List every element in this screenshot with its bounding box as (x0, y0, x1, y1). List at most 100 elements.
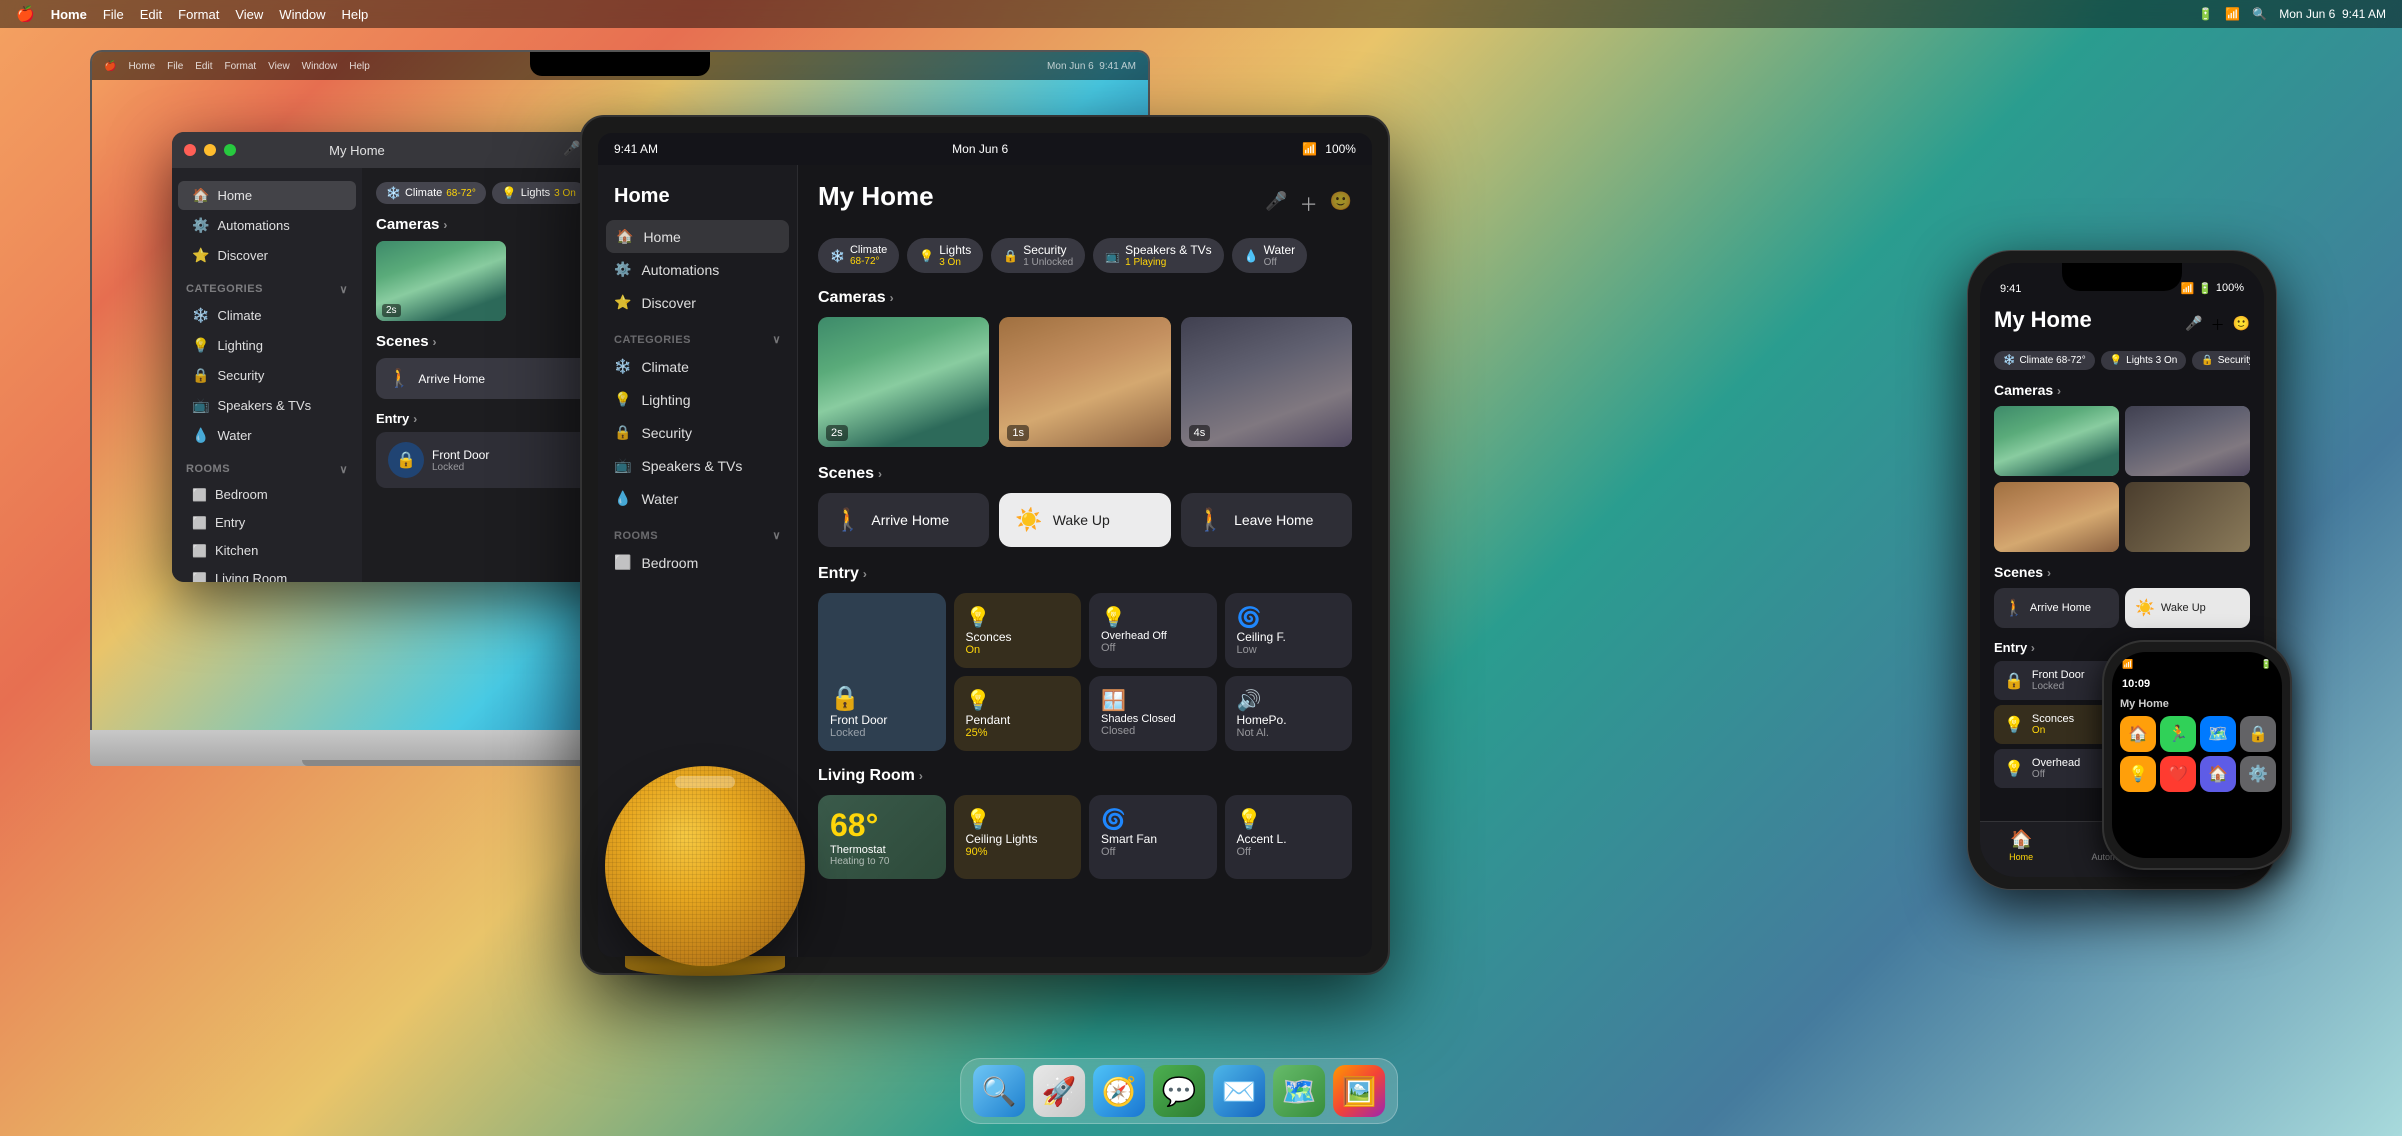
close-button[interactable] (184, 144, 196, 156)
ipad-sconces-card[interactable]: 💡 Sconces On (954, 593, 1082, 668)
ipad-homepod-card[interactable]: 🔊 HomePo. Not Al. (1225, 676, 1353, 751)
iphone-add-icon[interactable]: ＋ (2211, 315, 2225, 335)
dock-messages[interactable]: 💬 (1153, 1065, 1205, 1117)
chevron-down-icon[interactable]: ∨ (339, 283, 348, 296)
sidebar-item-bedroom[interactable]: ⬜ Bedroom (178, 481, 356, 508)
ipad-camera-indoor[interactable]: 4s (1181, 317, 1352, 447)
watch-icon-heart[interactable]: ❤️ (2160, 756, 2196, 792)
iphone-tab-home[interactable]: 🏠 Home (2009, 829, 2033, 862)
iphone-mic-icon[interactable]: 🎤 (2185, 315, 2202, 335)
watch-icon-lock[interactable]: 🔒 (2240, 716, 2276, 752)
watch-icon-home[interactable]: 🏠 (2120, 716, 2156, 752)
watch-icon-settings[interactable]: ⚙️ (2240, 756, 2276, 792)
sidebar-item-climate[interactable]: ❄️ Climate (178, 301, 356, 330)
ipad-sidebar-climate[interactable]: ❄️ Climate (598, 350, 797, 383)
ipad-sidebar-speakers[interactable]: 📺 Speakers & TVs (598, 449, 797, 482)
mac-chip-lights[interactable]: 💡 Lights 3 On (492, 182, 586, 204)
maximize-button[interactable] (224, 144, 236, 156)
ipad-sidebar-lighting[interactable]: 💡 Lighting (598, 383, 797, 416)
ipad-sidebar-automations[interactable]: ⚙️ Automations (598, 253, 797, 286)
sidebar-item-entry[interactable]: ⬜ Entry (178, 509, 356, 536)
sidebar-item-speakers[interactable]: 📺 Speakers & TVs (178, 391, 356, 420)
ipad-scene-leave-home[interactable]: 🚶 Leave Home (1181, 493, 1352, 547)
ipad-chip-security[interactable]: 🔒 Security 1 Unlocked (991, 238, 1085, 273)
ipad-sidebar-discover[interactable]: ⭐ Discover (598, 286, 797, 319)
iphone-cam-2[interactable] (2125, 406, 2250, 476)
rooms-chevron-icon[interactable]: ∨ (339, 463, 348, 476)
ipad-scene-wake-up[interactable]: ☀️ Wake Up (999, 493, 1170, 547)
menubar-file[interactable]: File (103, 7, 124, 22)
ipad-front-door-card[interactable]: 🔒 Front Door Locked (818, 593, 946, 751)
iphone-cam-4[interactable] (2125, 482, 2250, 552)
menubar-help[interactable]: Help (342, 7, 369, 22)
ipad-shades-card[interactable]: 🪟 Shades Closed Closed (1089, 676, 1217, 751)
ipad-chip-water[interactable]: 💧 Water Off (1232, 238, 1308, 273)
mac-format-menu[interactable]: Format (225, 61, 257, 72)
cameras-arrow-icon[interactable]: › (443, 218, 447, 232)
search-icon[interactable]: 🔍 (2252, 7, 2267, 21)
watch-icon-activity[interactable]: 🏃 (2160, 716, 2196, 752)
ipad-chip-lights[interactable]: 💡 Lights 3 On (907, 238, 983, 273)
homepod-body[interactable] (605, 766, 805, 966)
dock-photos[interactable]: 🖼️ (1333, 1065, 1385, 1117)
ipad-chip-climate[interactable]: ❄️ Climate 68-72° (818, 238, 899, 273)
watch-icon-garage[interactable]: 🏠 (2200, 756, 2236, 792)
menubar-format[interactable]: Format (178, 7, 219, 22)
mac-apple-icon[interactable]: 🍎 (104, 61, 116, 72)
mac-window-menu[interactable]: Window (302, 61, 338, 72)
sidebar-item-water[interactable]: 💧 Water (178, 421, 356, 450)
ipad-smiley-icon[interactable]: 🙂 (1330, 191, 1352, 217)
ipad-chip-speakers[interactable]: 📺 Speakers & TVs 1 Playing (1093, 238, 1223, 273)
sidebar-item-home[interactable]: 🏠 Home (178, 181, 356, 210)
sidebar-item-livingroom[interactable]: ⬜ Living Room (178, 565, 356, 582)
ipad-sidebar-home[interactable]: 🏠 Home (606, 220, 789, 253)
ipad-accent-lights-card[interactable]: 💡 Accent L. Off (1225, 795, 1353, 879)
iphone-chip-lights[interactable]: 💡 Lights 3 On (2101, 351, 2187, 370)
ipad-rooms-chevron[interactable]: ∨ (772, 529, 781, 542)
iphone-chip-security[interactable]: 🔒 Security (2192, 351, 2250, 370)
scenes-arrow-icon[interactable]: › (433, 335, 437, 349)
ipad-categories-chevron[interactable]: ∨ (772, 333, 781, 346)
menubar-edit[interactable]: Edit (140, 7, 162, 22)
ipad-scene-arrive-home[interactable]: 🚶 Arrive Home (818, 493, 989, 547)
ipad-sidebar-water[interactable]: 💧 Water (598, 482, 797, 515)
mic-icon[interactable]: 🎤 (563, 140, 580, 160)
dock-maps[interactable]: 🗺️ (1273, 1065, 1325, 1117)
minimize-button[interactable] (204, 144, 216, 156)
menubar-view[interactable]: View (235, 7, 263, 22)
iphone-cam-3[interactable] (1994, 482, 2119, 552)
apple-logo-icon[interactable]: 🍎 (16, 5, 35, 23)
ipad-mic-icon[interactable]: 🎤 (1265, 191, 1287, 217)
mac-chip-climate[interactable]: ❄️ Climate 68-72° (376, 182, 486, 204)
sidebar-item-lighting[interactable]: 💡 Lighting (178, 331, 356, 360)
dock-safari[interactable]: 🧭 (1093, 1065, 1145, 1117)
sidebar-item-discover[interactable]: ⭐ Discover (178, 241, 356, 270)
iphone-cameras-arrow[interactable]: › (2057, 384, 2061, 398)
entry-arrow-icon[interactable]: › (413, 412, 417, 426)
ipad-thermostat-card[interactable]: 68° Thermostat Heating to 70 (818, 795, 946, 879)
sidebar-item-automations[interactable]: ⚙️ Automations (178, 211, 356, 240)
watch-icon-lights[interactable]: 💡 (2120, 756, 2156, 792)
ipad-ceiling-lights-card[interactable]: 💡 Ceiling Lights 90% (954, 795, 1082, 879)
menubar-window[interactable]: Window (279, 7, 325, 22)
sidebar-item-security[interactable]: 🔒 Security (178, 361, 356, 390)
ipad-sidebar-bedroom[interactable]: ⬜ Bedroom (598, 546, 797, 579)
iphone-scenes-arrow[interactable]: › (2047, 566, 2051, 580)
iphone-smiley-icon[interactable]: 🙂 (2233, 315, 2250, 335)
mac-edit-menu[interactable]: Edit (195, 61, 212, 72)
dock-mail[interactable]: ✉️ (1213, 1065, 1265, 1117)
iphone-cam-1[interactable] (1994, 406, 2119, 476)
entry-room-arrow-icon[interactable]: › (863, 567, 867, 581)
cameras-chevron-icon[interactable]: › (890, 291, 894, 305)
iphone-scene-wake-up[interactable]: ☀️ Wake Up (2125, 588, 2250, 628)
iphone-entry-arrow[interactable]: › (2031, 641, 2035, 655)
mac-help-menu[interactable]: Help (349, 61, 370, 72)
ipad-camera-patio[interactable]: 1s (999, 317, 1170, 447)
mac-view-menu[interactable]: View (268, 61, 290, 72)
iphone-chip-climate[interactable]: ❄️ Climate 68-72° (1994, 351, 2095, 370)
ipad-overhead-card[interactable]: 💡 Overhead Off Off (1089, 593, 1217, 668)
dock-launchpad[interactable]: 🚀 (1033, 1065, 1085, 1117)
living-room-arrow-icon[interactable]: › (919, 769, 923, 783)
watch-icon-maps[interactable]: 🗺️ (2200, 716, 2236, 752)
ipad-add-icon[interactable]: ＋ (1300, 191, 1318, 217)
